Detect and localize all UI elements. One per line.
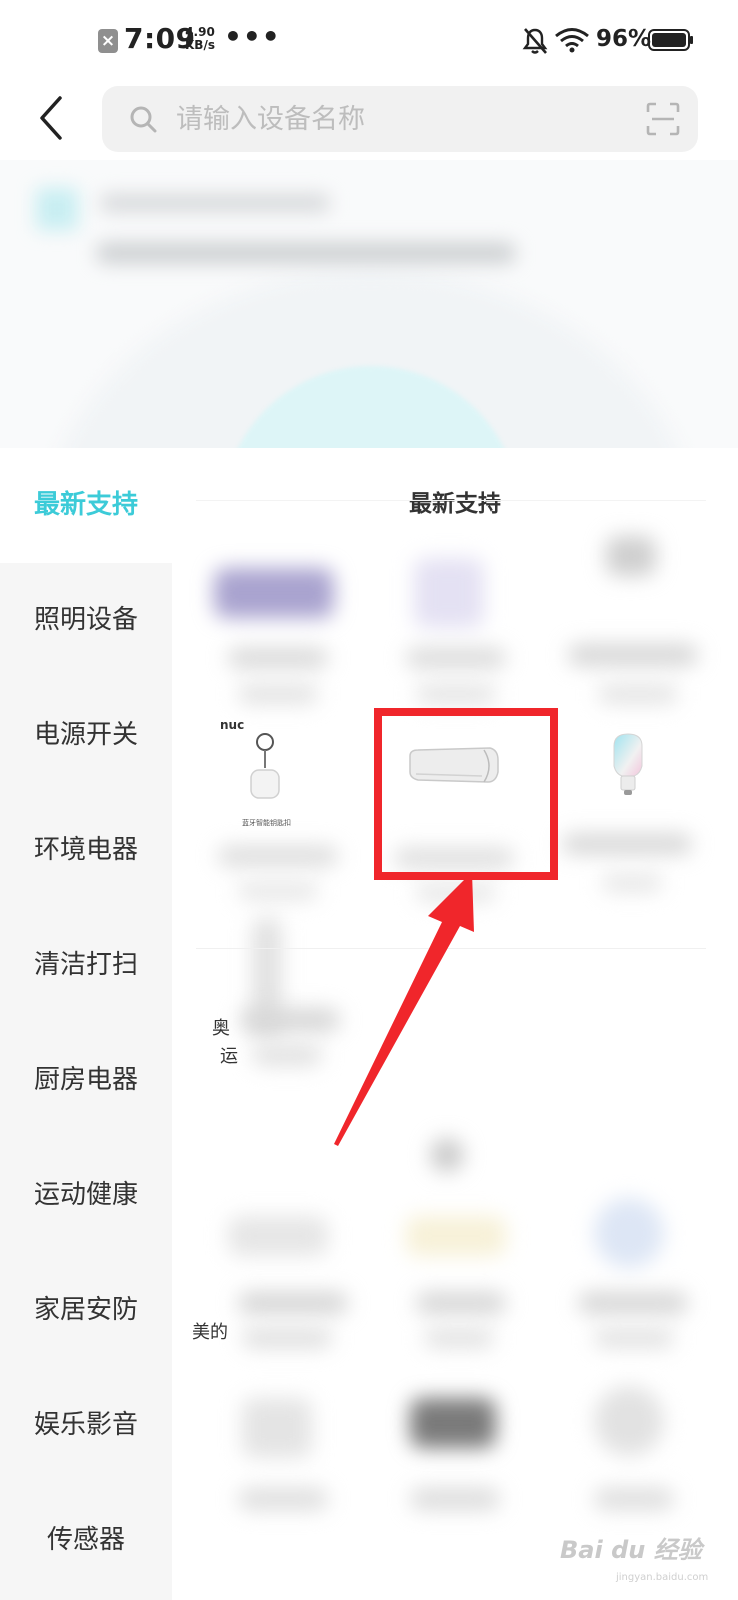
wifi-icon	[555, 28, 589, 53]
category-item-environment[interactable]: 环境电器	[0, 793, 172, 908]
network-speed-unit: KB/s	[185, 38, 215, 52]
status-bar: × 7:09 4.90 KB/s ••• 96%	[0, 0, 738, 84]
smart-bulb-image	[613, 733, 643, 795]
device-tile[interactable]	[548, 528, 718, 718]
more-notifications-icon: •••	[224, 20, 281, 53]
annotation-arrow	[334, 872, 474, 1146]
watermark-logo: Bai du 经验	[560, 1536, 702, 1564]
keychain-caption: 蓝牙智能钥匙扣	[242, 819, 291, 827]
device-tile[interactable]	[370, 528, 540, 718]
device-tile-label-partial: 运	[220, 1046, 238, 1067]
category-item-security[interactable]: 家居安防	[0, 1253, 172, 1368]
device-tile[interactable]: 美的	[192, 1188, 362, 1378]
search-input[interactable]	[176, 100, 616, 138]
watermark-url: jingyan.baidu.com	[616, 1572, 709, 1583]
device-tile[interactable]	[192, 528, 362, 718]
keychain-device-image	[250, 733, 280, 799]
device-tile[interactable]	[548, 1378, 718, 1600]
section-title: 最新支持	[409, 491, 501, 517]
annotation-highlight-box	[374, 708, 558, 880]
back-button[interactable]	[30, 92, 74, 144]
device-tile[interactable]	[548, 1188, 718, 1378]
blurred-banner	[0, 160, 738, 448]
search-icon	[130, 106, 157, 133]
device-tile[interactable]	[370, 1188, 540, 1378]
device-tile-label-partial: 美的	[192, 1322, 228, 1343]
scan-icon[interactable]	[646, 102, 680, 136]
category-item-power-switch[interactable]: 电源开关	[0, 678, 172, 793]
device-tile[interactable]	[370, 1378, 540, 1600]
category-item-kitchen[interactable]: 厨房电器	[0, 1023, 172, 1138]
battery-icon	[648, 29, 693, 51]
category-item-sensor[interactable]: 传感器	[0, 1483, 172, 1598]
bell-muted-icon	[522, 28, 548, 54]
device-tile-label-partial: 奥	[212, 1018, 230, 1039]
category-sidebar: 最新支持 照明设备 电源开关 环境电器 清洁打扫 厨房电器 运动健康 家居安防 …	[0, 448, 172, 1600]
category-item-latest[interactable]: 最新支持	[0, 448, 172, 563]
search-bar[interactable]	[102, 86, 698, 152]
notification-icon: ×	[98, 29, 118, 53]
category-item-fitness[interactable]: 运动健康	[0, 1138, 172, 1253]
battery-percent: 96%	[596, 26, 652, 52]
category-item-entertainment[interactable]: 娱乐影音	[0, 1368, 172, 1483]
device-tile-smart-bulb[interactable]	[548, 718, 718, 908]
title-divider	[196, 500, 706, 501]
network-speed: 4.90 KB/s	[185, 26, 215, 52]
brand-logo-text: nuc	[220, 718, 245, 732]
category-item-cleaning[interactable]: 清洁打扫	[0, 908, 172, 1023]
category-item-lighting[interactable]: 照明设备	[0, 563, 172, 678]
device-tile[interactable]	[192, 1378, 362, 1600]
